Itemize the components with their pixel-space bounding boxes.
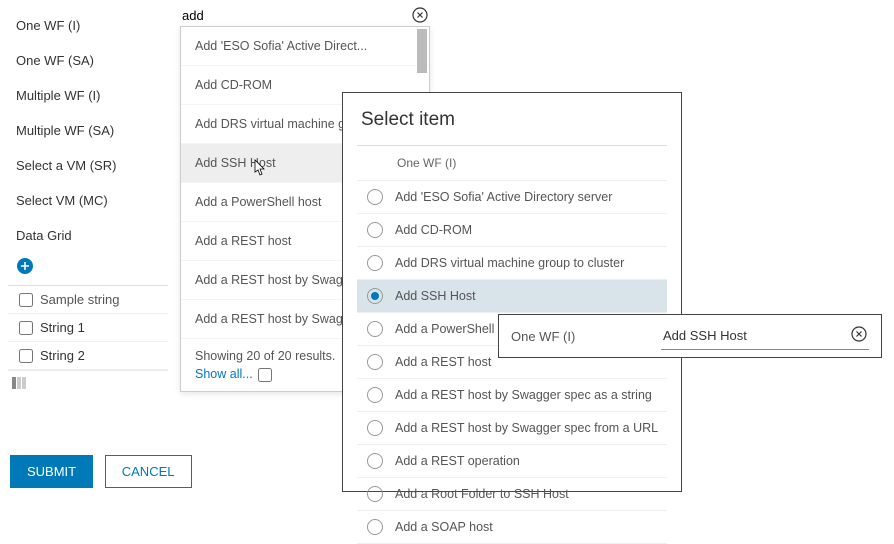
modal-option[interactable]: Add SSH Host [357, 280, 667, 313]
results-count: Showing 20 of 20 results. [195, 349, 335, 363]
sidebar: One WF (I) One WF (SA) Multiple WF (I) M… [8, 8, 168, 398]
data-table: Sample string String 1 String 2 [8, 285, 168, 398]
modal-title: Select item [343, 93, 681, 145]
cell-value: String 1 [40, 320, 85, 335]
modal-option[interactable]: Add DRS virtual machine group to cluster [357, 247, 667, 280]
modal-option-label: Add SSH Host [395, 289, 476, 303]
flyout-value-text: Add SSH Host [663, 328, 747, 343]
modal-option-label: Add a REST host [395, 355, 491, 369]
modal-option-label: Add CD-ROM [395, 223, 472, 237]
modal-option-label: Add a REST host by Swagger spec from a U… [395, 421, 658, 435]
footer-actions: SUBMIT CANCEL [10, 455, 200, 488]
cursor-icon [251, 158, 267, 181]
table-header-row: Sample string [8, 286, 168, 314]
radio-icon [367, 255, 383, 271]
table-row[interactable]: String 1 [8, 314, 168, 342]
modal-option[interactable]: Add a REST operation [357, 445, 667, 478]
search-input[interactable] [180, 6, 412, 25]
sidebar-item-select-vm-sr[interactable]: Select a VM (SR) [8, 148, 168, 183]
table-row[interactable]: String 2 [8, 342, 168, 370]
modal-option-label: Add a Root Folder to SSH Host [395, 487, 569, 501]
table-footer [8, 370, 168, 398]
cancel-button[interactable]: CANCEL [105, 455, 192, 488]
modal-option-label: Add a REST host by Swagger spec as a str… [395, 388, 652, 402]
modal-option[interactable]: Add a SOAP host [357, 511, 667, 544]
row-checkbox[interactable] [19, 321, 33, 335]
row-checkbox[interactable] [19, 349, 33, 363]
cell-value: String 2 [40, 348, 85, 363]
radio-icon [367, 453, 383, 469]
column-header: Sample string [40, 292, 119, 307]
sidebar-item-one-wf-i[interactable]: One WF (I) [8, 8, 168, 43]
clear-icon[interactable] [412, 7, 430, 25]
sidebar-item-multiple-wf-i[interactable]: Multiple WF (I) [8, 78, 168, 113]
dropdown-item[interactable]: Add 'ESO Sofia' Active Direct... [181, 27, 429, 66]
modal-subheader: One WF (I) [357, 146, 667, 181]
modal-option[interactable]: Add CD-ROM [357, 214, 667, 247]
flyout-value-field[interactable]: Add SSH Host [661, 322, 869, 350]
sidebar-item-multiple-wf-sa[interactable]: Multiple WF (SA) [8, 113, 168, 148]
radio-icon [367, 519, 383, 535]
radio-icon [367, 222, 383, 238]
modal-option-label: Add 'ESO Sofia' Active Directory server [395, 190, 612, 204]
radio-icon [367, 288, 383, 304]
flyout-label: One WF (I) [511, 329, 661, 344]
clear-icon[interactable] [851, 326, 867, 345]
modal-option[interactable]: Add 'ESO Sofia' Active Directory server [357, 181, 667, 214]
radio-icon [367, 420, 383, 436]
submit-button[interactable]: SUBMIT [10, 455, 93, 488]
stray-checkbox[interactable] [258, 368, 272, 385]
radio-icon [367, 354, 383, 370]
search-box [180, 4, 430, 28]
selection-flyout: One WF (I) Add SSH Host [498, 314, 882, 358]
modal-option[interactable]: Add a REST host by Swagger spec as a str… [357, 379, 667, 412]
columns-icon[interactable] [12, 377, 26, 392]
select-item-modal: Select item One WF (I) Add 'ESO Sofia' A… [342, 92, 682, 492]
modal-option-label: Add a SOAP host [395, 520, 493, 534]
select-all-checkbox[interactable] [19, 293, 33, 307]
radio-icon [367, 189, 383, 205]
sidebar-item-one-wf-sa[interactable]: One WF (SA) [8, 43, 168, 78]
modal-option-label: Add a REST operation [395, 454, 520, 468]
scrollbar-thumb[interactable] [417, 29, 427, 73]
radio-icon [367, 321, 383, 337]
radio-icon [367, 387, 383, 403]
sidebar-item-select-vm-mc[interactable]: Select VM (MC) [8, 183, 168, 218]
modal-option-label: Add DRS virtual machine group to cluster [395, 256, 624, 270]
modal-option[interactable]: Add a REST host by Swagger spec from a U… [357, 412, 667, 445]
modal-option[interactable]: Add a Root Folder to SSH Host [357, 478, 667, 511]
sidebar-item-data-grid[interactable]: Data Grid [8, 218, 168, 253]
add-icon[interactable] [16, 257, 34, 275]
